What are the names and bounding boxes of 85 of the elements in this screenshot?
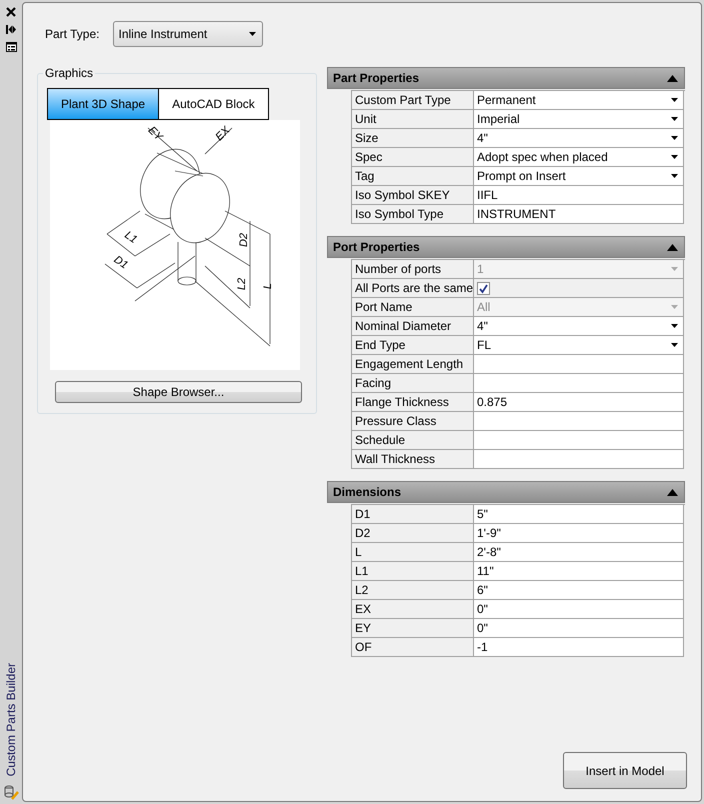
property-name: Nominal Diameter: [352, 317, 474, 336]
property-field[interactable]: -1: [474, 638, 684, 657]
caret-icon: [671, 324, 678, 328]
property-name: All Ports are the same: [352, 279, 474, 298]
property-name: Iso Symbol SKEY: [352, 186, 474, 205]
property-dropdown[interactable]: Permanent: [474, 91, 684, 110]
section-header[interactable]: Port Properties: [327, 236, 685, 258]
dimension-label: D2: [238, 232, 250, 248]
dimension-label: EX: [213, 124, 232, 144]
caret-icon: [671, 117, 678, 121]
property-field[interactable]: 2'-8": [474, 543, 684, 562]
collapse-icon: [667, 244, 678, 250]
property-name: D2: [352, 524, 474, 543]
caret-icon: [671, 305, 678, 309]
caret-icon: [671, 267, 678, 271]
property-name: Wall Thickness: [352, 450, 474, 469]
property-name: Number of ports: [352, 260, 474, 279]
property-field[interactable]: 0": [474, 619, 684, 638]
caret-icon: [671, 174, 678, 178]
property-name: Iso Symbol Type: [352, 205, 474, 224]
property-field[interactable]: [474, 450, 684, 469]
property-name: Port Name: [352, 298, 474, 317]
tab[interactable]: Plant 3D Shape: [47, 88, 160, 120]
group-title: Graphics: [43, 66, 96, 80]
part-type-dropdown[interactable]: Inline Instrument: [113, 21, 264, 47]
property-field[interactable]: [474, 355, 684, 374]
caret-icon: [671, 343, 678, 347]
property-name: Custom Part Type: [352, 91, 474, 110]
property-name: L: [352, 543, 474, 562]
dimension-label: L: [262, 282, 274, 290]
caret-icon: [671, 98, 678, 102]
property-name: Spec: [352, 148, 474, 167]
property-name: L1: [352, 562, 474, 581]
dimension-label: D1: [112, 254, 130, 272]
property-field[interactable]: [474, 412, 684, 431]
checkbox[interactable]: [477, 282, 490, 294]
property-field[interactable]: 0": [474, 600, 684, 619]
tab[interactable]: AutoCAD Block: [159, 88, 269, 120]
property-name: OF: [352, 638, 474, 657]
property-dropdown[interactable]: 4": [474, 129, 684, 148]
property-name: Unit: [352, 110, 474, 129]
property-name: EY: [352, 619, 474, 638]
property-field[interactable]: 5": [474, 505, 684, 524]
section-header[interactable]: Dimensions: [327, 481, 685, 503]
property-field[interactable]: [474, 431, 684, 450]
property-dropdown[interactable]: Prompt on Insert: [474, 167, 684, 186]
property-field[interactable]: 6": [474, 581, 684, 600]
property-dropdown[interactable]: 4": [474, 317, 684, 336]
property-dropdown[interactable]: Adopt spec when placed: [474, 148, 684, 167]
property-name: L2: [352, 581, 474, 600]
property-name: Size: [352, 129, 474, 148]
property-dropdown[interactable]: Imperial: [474, 110, 684, 129]
property-field[interactable]: 0.875: [474, 393, 684, 412]
property-name: D1: [352, 505, 474, 524]
autohide-icon[interactable]: [6, 25, 16, 34]
property-field[interactable]: 11": [474, 562, 684, 581]
property-field[interactable]: [474, 374, 684, 393]
close-icon[interactable]: [6, 7, 16, 17]
property-name: End Type: [352, 336, 474, 355]
section-header[interactable]: Part Properties: [327, 67, 685, 89]
property-dropdown[interactable]: FL: [474, 336, 684, 355]
caret-icon: [671, 155, 678, 159]
property-field[interactable]: IIFL: [474, 186, 684, 205]
palette-title: Custom Parts Builder: [4, 662, 18, 776]
property-name: Engagement Length: [352, 355, 474, 374]
property-field[interactable]: INSTRUMENT: [474, 205, 684, 224]
part-type-label: Part Type:: [45, 27, 100, 41]
caret-icon: [249, 32, 256, 36]
parts-builder-icon: [3, 784, 19, 800]
property-field[interactable]: 1'-9": [474, 524, 684, 543]
property-name: Flange Thickness: [352, 393, 474, 412]
properties-icon[interactable]: [6, 42, 16, 52]
collapse-icon: [667, 74, 678, 82]
dimension-label: EY: [146, 124, 165, 144]
shape-browser-button[interactable]: Shape Browser...: [55, 381, 302, 403]
insert-button[interactable]: Insert in Model: [563, 752, 687, 789]
property-name: Schedule: [352, 431, 474, 450]
property-name: Facing: [352, 374, 474, 393]
property-name: Tag: [352, 167, 474, 186]
property-name: Pressure Class: [352, 412, 474, 431]
collapse-icon: [667, 488, 678, 496]
dimension-label: L2: [236, 278, 248, 290]
caret-icon: [671, 136, 678, 140]
dimension-label: L1: [122, 229, 140, 246]
property-name: EX: [352, 600, 474, 619]
